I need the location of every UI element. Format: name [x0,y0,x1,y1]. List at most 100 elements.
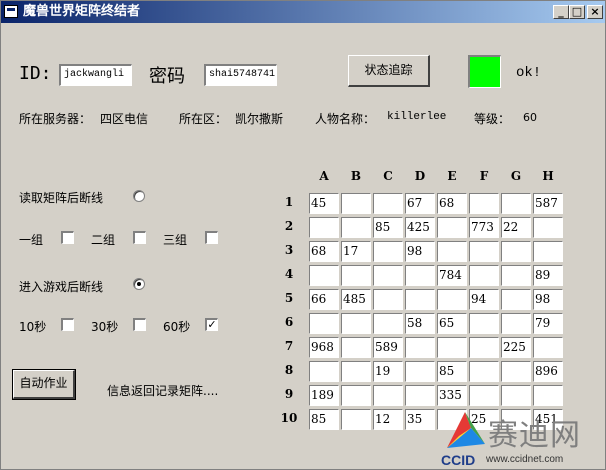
matrix-cell[interactable]: 589 [373,337,403,358]
t60-checkbox[interactable]: ✓ [205,318,218,331]
matrix-cell[interactable] [341,193,371,214]
auto-work-button[interactable]: 自动作业 [12,369,76,400]
matrix-cell[interactable] [405,385,435,406]
matrix-cell[interactable] [437,241,467,262]
matrix-cell[interactable] [405,361,435,382]
matrix-cell[interactable]: 22 [501,217,531,238]
matrix-cell[interactable]: 485 [341,289,371,310]
matrix-cell[interactable]: 12 [373,409,403,430]
matrix-cell[interactable] [309,217,339,238]
matrix-cell[interactable]: 98 [405,241,435,262]
matrix-cell[interactable]: 45 [309,193,339,214]
matrix-cell[interactable] [501,313,531,334]
group3-checkbox[interactable] [205,231,218,244]
matrix-cell[interactable] [469,337,499,358]
maximize-button[interactable]: □ [569,5,585,19]
server-label: 所在服务器： [19,112,92,126]
matrix-cell[interactable]: 968 [309,337,339,358]
t30-label: 30秒 [91,320,119,334]
app-icon[interactable] [4,5,18,18]
matrix-cell[interactable] [373,289,403,310]
matrix-cell[interactable] [533,385,563,406]
matrix-cell[interactable] [533,217,563,238]
matrix-cell[interactable]: 587 [533,193,563,214]
matrix-cell[interactable]: 425 [405,217,435,238]
matrix-cell[interactable] [309,313,339,334]
matrix-cell[interactable] [373,313,403,334]
matrix-cell[interactable]: 784 [437,265,467,286]
row-header: 4 [284,267,294,281]
matrix-cell[interactable] [341,313,371,334]
column-header: H [542,169,554,183]
matrix-cell[interactable]: 67 [405,193,435,214]
matrix-cell[interactable]: 335 [437,385,467,406]
group1-checkbox[interactable] [61,231,74,244]
matrix-cell[interactable] [341,409,371,430]
matrix-cell[interactable]: 85 [309,409,339,430]
matrix-cell[interactable] [437,337,467,358]
track-status-button[interactable]: 状态追踪 [348,55,430,87]
matrix-cell[interactable]: 19 [373,361,403,382]
matrix-cell[interactable] [309,265,339,286]
password-input[interactable]: shai5748741 [204,64,277,86]
matrix-cell[interactable]: 58 [405,313,435,334]
matrix-cell[interactable]: 85 [373,217,403,238]
matrix-cell[interactable] [405,337,435,358]
group2-checkbox[interactable] [133,231,146,244]
matrix-cell[interactable] [341,265,371,286]
matrix-cell[interactable] [309,361,339,382]
matrix-cell[interactable]: 79 [533,313,563,334]
matrix-cell[interactable]: 66 [309,289,339,310]
t10-checkbox[interactable] [61,318,74,331]
matrix-cell[interactable] [501,193,531,214]
matrix-cell[interactable] [469,241,499,262]
matrix-cell[interactable] [533,337,563,358]
matrix-cell[interactable]: 68 [437,193,467,214]
matrix-cell[interactable] [469,361,499,382]
matrix-cell[interactable] [341,217,371,238]
matrix-cell[interactable] [533,241,563,262]
matrix-cell[interactable]: 94 [469,289,499,310]
matrix-cell[interactable] [341,361,371,382]
id-input[interactable]: jackwangli [59,64,132,86]
matrix-cell[interactable]: 85 [437,361,467,382]
matrix-cell[interactable] [469,313,499,334]
t30-checkbox[interactable] [133,318,146,331]
enter-disconnect-label: 进入游戏后断线 [19,280,104,294]
matrix-cell[interactable]: 225 [501,337,531,358]
group1-label: 一组 [19,233,44,247]
minimize-button[interactable]: _ [553,5,569,19]
row-header: 3 [284,243,294,257]
matrix-cell[interactable] [469,385,499,406]
matrix-cell[interactable] [373,265,403,286]
matrix-cell[interactable] [469,265,499,286]
matrix-cell[interactable]: 189 [309,385,339,406]
enter-disconnect-radio[interactable] [133,278,145,290]
matrix-cell[interactable]: 17 [341,241,371,262]
matrix-cell[interactable]: 35 [405,409,435,430]
matrix-cell[interactable] [501,241,531,262]
matrix-cell[interactable] [405,265,435,286]
matrix-cell[interactable] [373,241,403,262]
matrix-cell[interactable]: 65 [437,313,467,334]
matrix-cell[interactable]: 68 [309,241,339,262]
title-bar[interactable]: 魔兽世界矩阵终结者 _ □ × [1,1,605,23]
matrix-cell[interactable] [437,289,467,310]
matrix-cell[interactable]: 773 [469,217,499,238]
matrix-cell[interactable] [501,265,531,286]
matrix-cell[interactable] [469,193,499,214]
matrix-cell[interactable] [501,289,531,310]
read-disconnect-radio[interactable] [133,190,145,202]
matrix-cell[interactable] [341,385,371,406]
matrix-cell[interactable]: 896 [533,361,563,382]
matrix-cell[interactable] [341,337,371,358]
matrix-cell[interactable] [405,289,435,310]
matrix-cell[interactable]: 98 [533,289,563,310]
matrix-cell[interactable] [373,385,403,406]
close-button[interactable]: × [587,5,603,19]
matrix-cell[interactable] [501,361,531,382]
matrix-cell[interactable] [373,193,403,214]
matrix-cell[interactable] [437,217,467,238]
matrix-cell[interactable] [501,385,531,406]
matrix-cell[interactable]: 89 [533,265,563,286]
